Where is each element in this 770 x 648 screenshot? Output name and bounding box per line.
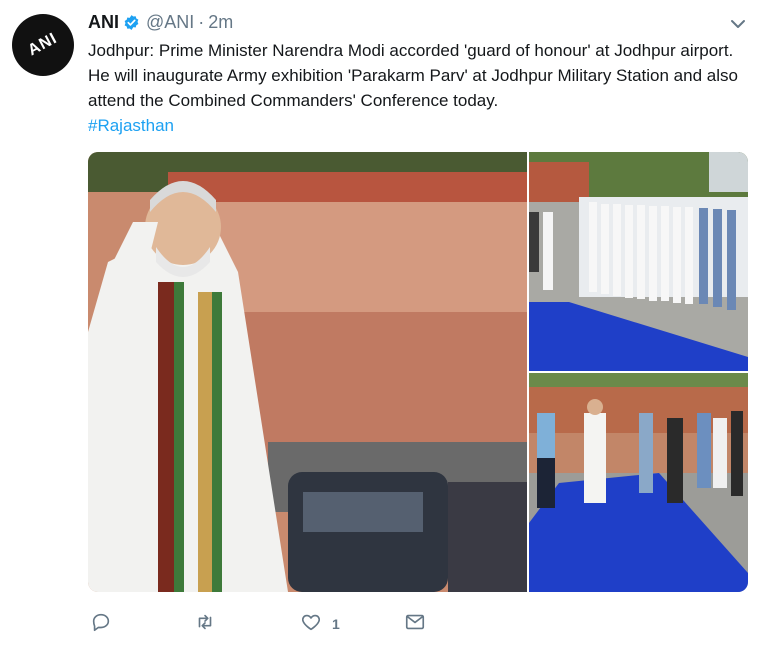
retweet-icon [194,611,216,638]
chevron-down-icon[interactable] [728,14,748,34]
tweet-text: Jodhpur: Prime Minister Narendra Modi ac… [88,41,738,110]
separator-dot: · [198,11,205,32]
avatar-logo-text: ANI [25,29,61,60]
reply-button[interactable] [90,608,122,640]
reply-icon [90,611,112,638]
avatar[interactable]: ANI [12,14,74,76]
like-count: 1 [332,616,340,632]
heart-icon [300,611,322,638]
photo-main[interactable] [88,152,527,592]
tweet-header: ANI @ANI · 2m [88,10,233,34]
hashtag-link[interactable]: #Rajasthan [88,116,174,136]
photo-inspection[interactable] [529,373,748,592]
photo-guard-line[interactable] [529,152,748,371]
account-handle[interactable]: @ANI [146,12,194,33]
media-grid [88,152,748,592]
direct-message-button[interactable] [404,608,436,640]
account-name[interactable]: ANI [88,12,119,33]
retweet-button[interactable] [194,608,226,640]
verified-badge-icon [123,14,140,31]
tweet-card[interactable]: ANI ANI @ANI · 2m Jodhpur: Prime Ministe… [0,0,770,648]
tweet-actions: 1 [88,608,488,640]
envelope-icon [404,611,426,638]
tweet-timestamp[interactable]: 2m [208,12,233,33]
like-button[interactable]: 1 [300,608,340,640]
